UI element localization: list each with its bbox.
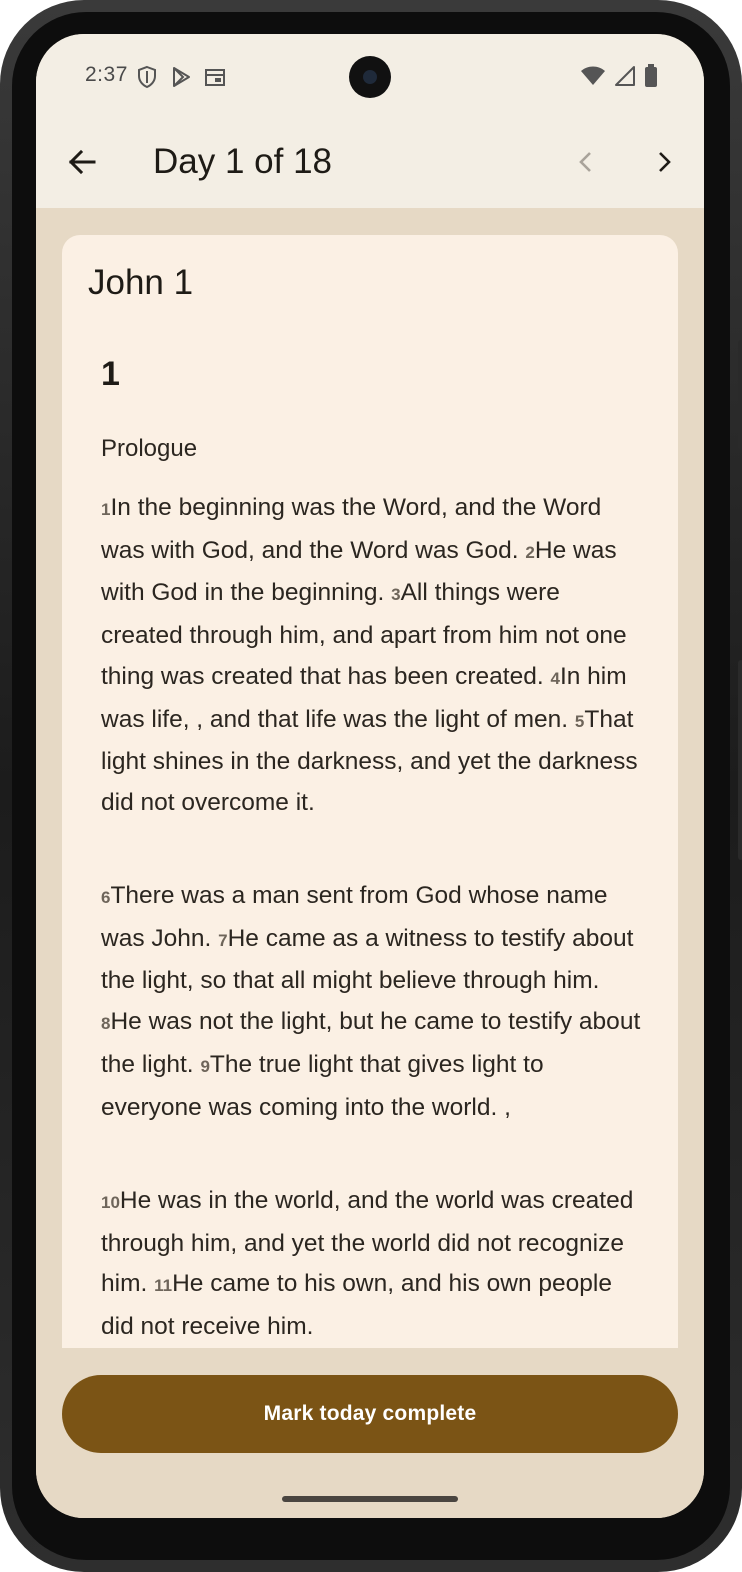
power-button	[738, 660, 742, 860]
back-button[interactable]	[58, 140, 106, 188]
home-indicator[interactable]	[282, 1496, 458, 1502]
verse-number: 5	[574, 711, 585, 731]
reading-card: John 1 1 Prologue 1In the beginning was …	[62, 235, 678, 1375]
verse-text: He came to his own, and his own people d…	[101, 1270, 612, 1341]
section-heading: Prologue	[101, 435, 198, 462]
chevron-right-icon	[654, 150, 674, 179]
verse-number: 7	[218, 930, 228, 950]
verse-number: 11	[154, 1276, 173, 1296]
front-camera	[349, 56, 391, 98]
cell-signal-icon	[614, 65, 636, 92]
reading-scroll-area[interactable]: John 1 1 Prologue 1In the beginning was …	[36, 208, 704, 1375]
mark-complete-button[interactable]: Mark today complete	[62, 1375, 678, 1453]
chapter-number: 1	[101, 355, 120, 393]
phone-frame: 2:37 Day 1 of 18 John 1 1 Prologue 1In t…	[0, 0, 742, 1572]
passage-reference: John 1	[88, 263, 194, 302]
verse-number: 2	[525, 542, 535, 562]
status-notification-icons	[136, 65, 226, 94]
verse-number: 10	[101, 1193, 120, 1212]
verse-number: 4	[550, 668, 560, 688]
arrow-back-icon	[67, 147, 97, 182]
previous-day-button[interactable]	[562, 140, 610, 188]
page-title: Day 1 of 18	[153, 142, 332, 181]
chevron-left-icon	[576, 150, 596, 179]
paragraph: 6There was a man sent from God whose nam…	[101, 876, 646, 1128]
paragraph: 1In the beginning was the Word, and the …	[101, 488, 646, 824]
volume-button	[738, 340, 742, 450]
status-bar: 2:37	[36, 34, 704, 120]
status-time: 2:37	[85, 63, 128, 86]
shield-icon	[136, 65, 158, 94]
play-store-icon	[170, 65, 192, 94]
calendar-icon	[204, 65, 226, 94]
verse-number: 3	[391, 585, 401, 605]
status-system-icons	[580, 64, 658, 93]
verse-number: 9	[200, 1056, 210, 1076]
next-day-button[interactable]	[640, 140, 688, 188]
battery-icon	[644, 64, 658, 93]
screen: 2:37 Day 1 of 18 John 1 1 Prologue 1In t…	[36, 34, 704, 1518]
wifi-icon	[580, 65, 606, 92]
paragraph: 10He was in the world, and the world was…	[101, 1181, 646, 1348]
top-app-bar: Day 1 of 18	[36, 120, 704, 208]
bottom-action-area: Mark today complete	[36, 1348, 704, 1518]
